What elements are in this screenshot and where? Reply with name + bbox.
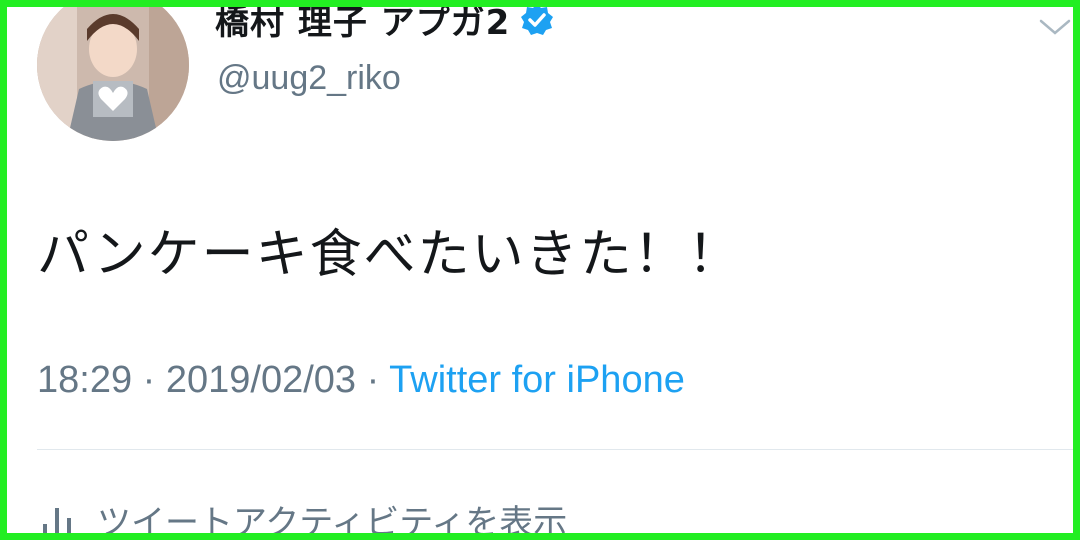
tweet-source-link[interactable]: Twitter for iPhone [389,359,685,401]
tweet-metadata: 18:29 · 2019/02/03 · Twitter for iPhone [37,359,685,402]
tweet-text: パンケーキ食べたいきた！！ [37,225,742,285]
tweet-date[interactable]: 2019/02/03 [166,359,356,401]
meta-separator: · [132,359,166,401]
meta-separator: · [356,359,390,401]
tweet-card: 橋村 理子 アプガ2 @uug2_riko パンケーキ食べたいきた！！ 18:2… [7,7,1073,533]
display-name-text: 橋村 理子 アプガ2 [215,7,511,43]
divider [37,449,1073,450]
profile-photo [37,7,189,141]
view-tweet-activity-button[interactable]: ツイートアクティビティを表示 [41,495,567,533]
user-handle[interactable]: @uug2_riko [217,59,401,98]
chevron-down-icon[interactable] [1037,15,1073,39]
bar-chart-icon [41,500,75,533]
tweet-time[interactable]: 18:29 [37,359,132,401]
activity-label: ツイートアクティビティを表示 [97,503,568,533]
avatar[interactable] [37,7,189,141]
display-name[interactable]: 橋村 理子 アプガ2 [215,7,554,44]
verified-badge-icon [520,7,554,37]
